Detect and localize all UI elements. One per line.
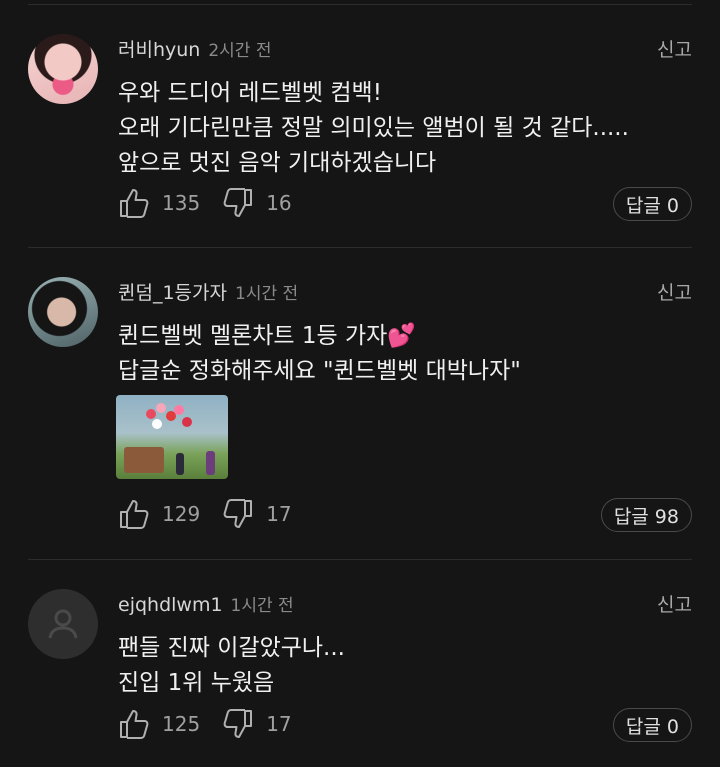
comment-header: 러비hyun 2시간 전: [118, 38, 271, 63]
like-button[interactable]: 135: [118, 187, 200, 219]
person-icon: [48, 609, 78, 639]
comment-line: 퀸드벨벳 멜론차트 1등 가자💕: [118, 323, 416, 349]
reply-button[interactable]: 답글 98: [600, 498, 692, 532]
dislike-button[interactable]: 16: [222, 187, 292, 219]
top-divider: [28, 4, 692, 5]
comment-line: 진입 1위 누웠음: [118, 670, 275, 696]
reply-button[interactable]: 답글 0: [612, 708, 692, 742]
report-button[interactable]: 신고: [657, 38, 692, 62]
like-count: 125: [162, 712, 201, 736]
balloon-shape: [146, 409, 156, 419]
comment-line: 앞으로 멋진 음악 기대하겠습니다: [118, 150, 437, 176]
like-button[interactable]: 125: [118, 708, 200, 740]
thumbs-down-icon: [223, 709, 253, 738]
thumbs-up-icon: [120, 189, 149, 218]
timestamp: 2시간 전: [208, 41, 272, 61]
avatar[interactable]: [28, 34, 98, 104]
reply-button[interactable]: 답글 0: [612, 187, 692, 221]
like-button[interactable]: 129: [118, 498, 200, 530]
avatar[interactable]: [28, 589, 98, 659]
thumbs-down-icon: [223, 499, 253, 528]
comment-actions: 135 16: [118, 185, 314, 221]
comment-line: 팬들 진짜 이갈았구나...: [118, 635, 345, 661]
comment-item: 퀸덤_1등가자 1시간 전 신고 퀸드벨벳 멜론차트 1등 가자💕 답글순 정화해…: [0, 277, 720, 547]
username[interactable]: ejqhdlwm1: [118, 594, 223, 616]
comment-actions: 125 17: [118, 706, 314, 742]
comment-line: 우와 드디어 레드벨벳 컴백!: [118, 80, 382, 106]
comment-text: 우와 드디어 레드벨벳 컴백! 오래 기다린만큼 정말 의미있는 앨범이 될 것…: [118, 76, 629, 181]
dislike-count: 17: [266, 712, 292, 736]
comment-header: 퀸덤_1등가자 1시간 전: [118, 281, 298, 306]
comment-item: 러비hyun 2시간 전 신고 우와 드디어 레드벨벳 컴백! 오래 기다린만큼 …: [0, 34, 720, 224]
like-count: 129: [162, 502, 201, 526]
figure-shape: [176, 453, 184, 475]
report-button[interactable]: 신고: [657, 281, 692, 305]
comment-line: 오래 기다린만큼 정말 의미있는 앨범이 될 것 같다.....: [118, 115, 629, 141]
timestamp: 1시간 전: [230, 596, 294, 616]
report-button[interactable]: 신고: [657, 593, 692, 617]
comment-header: ejqhdlwm1 1시간 전: [118, 593, 294, 618]
attached-image[interactable]: [116, 395, 228, 479]
comment-actions: 129 17: [118, 496, 314, 532]
comment-text: 퀸드벨벳 멜론차트 1등 가자💕 답글순 정화해주세요 "퀸드벨벳 대박나자": [118, 319, 521, 389]
divider: [28, 559, 692, 560]
thumbs-up-icon: [120, 710, 149, 739]
timestamp: 1시간 전: [235, 284, 299, 304]
comment-line: 답글순 정화해주세요 "퀸드벨벳 대박나자": [118, 358, 521, 384]
balloon-shape: [182, 417, 192, 427]
figure-shape: [206, 451, 215, 475]
comment-item: ejqhdlwm1 1시간 전 신고 팬들 진짜 이갈았구나... 진입 1위 누…: [0, 589, 720, 759]
comments-page: 러비hyun 2시간 전 신고 우와 드디어 레드벨벳 컴백! 오래 기다린만큼 …: [0, 0, 720, 767]
avatar[interactable]: [28, 277, 98, 347]
like-count: 135: [162, 191, 201, 215]
dislike-count: 16: [266, 191, 292, 215]
dislike-button[interactable]: 17: [222, 708, 292, 740]
scene-shape: [124, 447, 164, 473]
thumbs-down-icon: [223, 188, 253, 217]
comment-text: 팬들 진짜 이갈았구나... 진입 1위 누웠음: [118, 631, 345, 701]
divider: [28, 247, 692, 248]
balloon-shape: [174, 405, 184, 415]
dislike-button[interactable]: 17: [222, 498, 292, 530]
balloon-shape: [152, 419, 162, 429]
dislike-count: 17: [266, 502, 292, 526]
username[interactable]: 퀸덤_1등가자: [118, 282, 227, 304]
username[interactable]: 러비hyun: [118, 39, 200, 61]
balloon-shape: [156, 403, 166, 413]
thumbs-up-icon: [120, 500, 149, 529]
